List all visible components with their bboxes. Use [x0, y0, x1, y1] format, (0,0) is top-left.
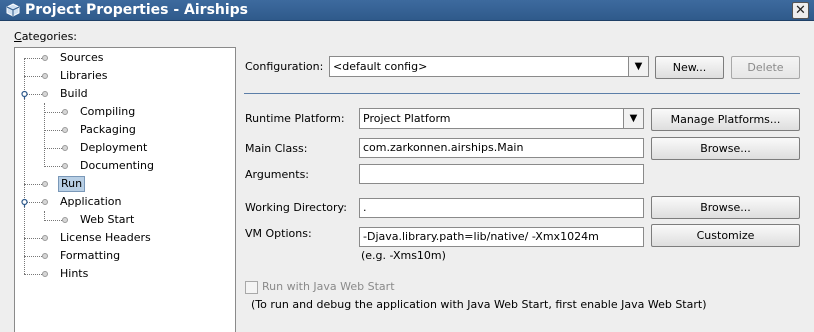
manage-platforms-label: Manage Platforms...	[670, 113, 781, 126]
node-bullet-icon	[42, 199, 48, 205]
node-bullet-icon	[42, 181, 48, 187]
node-bullet-icon	[62, 163, 68, 169]
configuration-label: Configuration:	[245, 60, 323, 73]
browse-working-directory-button[interactable]: Browse...	[651, 196, 800, 219]
tree-item-label: Compiling	[80, 105, 136, 118]
arguments-label: Arguments:	[245, 168, 310, 181]
tree-item-label: Application	[60, 195, 122, 208]
customize-button[interactable]: Customize	[651, 224, 800, 247]
window-title: Project Properties - Airships	[25, 2, 249, 18]
tree-connector	[44, 220, 62, 221]
node-bullet-icon	[62, 127, 68, 133]
close-button[interactable]: ✕	[792, 2, 809, 19]
tree-item-label: Sources	[60, 51, 104, 64]
tree-item-label: License Headers	[60, 231, 151, 244]
tree-item-label: Web Start	[80, 213, 135, 226]
close-icon: ✕	[795, 3, 806, 18]
browse-working-directory-label: Browse...	[700, 201, 751, 214]
section-divider	[244, 93, 800, 94]
title-bar: Project Properties - Airships ✕	[0, 0, 814, 21]
category-tree[interactable]: Sources Libraries Build Compiling Packag…	[14, 47, 236, 332]
runtime-platform-value: Project Platform	[363, 112, 451, 125]
netbeans-cube-icon	[6, 3, 20, 17]
configuration-label-text: Configuration:	[245, 60, 324, 73]
tree-connector	[24, 238, 42, 239]
categories-label: Categories:	[14, 30, 77, 43]
node-bullet-icon	[62, 109, 68, 115]
run-with-web-start-checkbox[interactable]	[245, 281, 258, 294]
tree-item-label: Run	[58, 176, 86, 192]
chevron-down-icon[interactable]: ▼	[628, 57, 648, 76]
node-bullet-icon	[42, 271, 48, 277]
working-directory-label: Working Directory:	[245, 201, 347, 214]
tree-item-label: Hints	[60, 267, 89, 280]
delete-config-label: Delete	[747, 61, 784, 74]
tree-connector	[44, 166, 62, 167]
expanded-handle-icon[interactable]	[21, 90, 28, 99]
node-bullet-icon	[42, 73, 48, 79]
tree-connector	[44, 148, 62, 149]
tree-connector	[24, 58, 42, 59]
tree-connector	[24, 184, 42, 185]
categories-label-mnemonic: C	[14, 30, 22, 43]
node-bullet-icon	[42, 91, 48, 97]
web-start-note: (To run and debug the application with J…	[251, 298, 707, 311]
tree-connector	[44, 112, 62, 113]
vm-options-hint: (e.g. -Xms10m)	[361, 249, 446, 262]
tree-item-label: Formatting	[60, 249, 121, 262]
configuration-select[interactable]: <default config> ▼	[329, 56, 649, 77]
browse-main-class-button[interactable]: Browse...	[651, 137, 800, 160]
categories-label-rest: ategories:	[21, 30, 78, 43]
tree-item-label: Deployment	[80, 141, 148, 154]
tree-connector	[24, 274, 42, 275]
working-directory-input[interactable]: .	[359, 198, 644, 218]
configuration-value: <default config>	[333, 60, 428, 73]
runtime-platform-label: Runtime Platform:	[245, 112, 345, 125]
delete-config-button[interactable]: Delete	[731, 56, 800, 79]
runtime-platform-select[interactable]: Project Platform ▼	[359, 108, 644, 129]
tree-connector	[44, 130, 62, 131]
node-bullet-icon	[62, 145, 68, 151]
new-config-button[interactable]: New...	[655, 56, 724, 79]
main-class-input[interactable]: com.zarkonnen.airships.Main	[359, 138, 644, 158]
vm-options-label: VM Options:	[245, 227, 312, 240]
tree-connector	[24, 76, 42, 77]
arguments-input[interactable]	[359, 164, 644, 184]
tree-item-label: Documenting	[80, 159, 154, 172]
node-bullet-icon	[62, 217, 68, 223]
manage-platforms-button[interactable]: Manage Platforms...	[651, 108, 800, 131]
node-bullet-icon	[42, 55, 48, 61]
customize-label: Customize	[696, 229, 755, 242]
expanded-handle-icon[interactable]	[21, 198, 28, 207]
node-bullet-icon	[42, 235, 48, 241]
node-bullet-icon	[42, 253, 48, 259]
run-with-web-start-label[interactable]: Run with Java Web Start	[262, 280, 395, 293]
vm-options-input[interactable]: -Djava.library.path=lib/native/ -Xmx1024…	[359, 227, 644, 247]
tree-item-label: Libraries	[60, 69, 108, 82]
browse-main-class-label: Browse...	[700, 142, 751, 155]
new-config-label: New...	[672, 61, 707, 74]
tree-item-label: Build	[60, 87, 88, 100]
main-class-label: Main Class:	[245, 142, 308, 155]
tree-item-label: Packaging	[80, 123, 136, 136]
chevron-down-icon[interactable]: ▼	[623, 109, 643, 128]
tree-connector	[24, 256, 42, 257]
